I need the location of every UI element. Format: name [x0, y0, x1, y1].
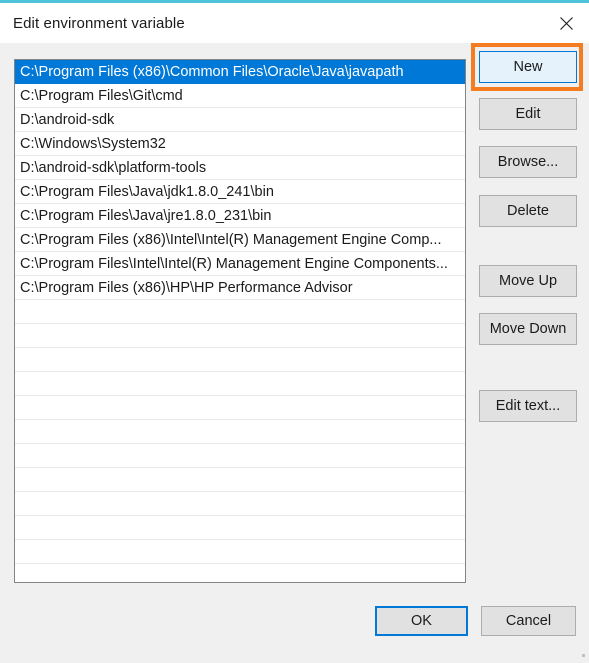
list-item[interactable]: C:\Program Files\Java\jre1.8.0_231\bin: [15, 204, 465, 228]
move-down-button[interactable]: Move Down: [479, 313, 577, 345]
list-item[interactable]: C:\Windows\System32: [15, 132, 465, 156]
list-item-empty[interactable]: [15, 492, 465, 516]
list-item[interactable]: D:\android-sdk: [15, 108, 465, 132]
list-item[interactable]: C:\Program Files (x86)\Common Files\Orac…: [15, 60, 465, 84]
move-up-button[interactable]: Move Up: [479, 265, 577, 297]
edit-text-button[interactable]: Edit text...: [479, 390, 577, 422]
title-bar: Edit environment variable: [0, 3, 589, 43]
list-item-empty[interactable]: [15, 516, 465, 540]
list-item-empty[interactable]: [15, 300, 465, 324]
list-item-empty[interactable]: [15, 396, 465, 420]
close-icon[interactable]: [543, 3, 589, 43]
list-item[interactable]: D:\android-sdk\platform-tools: [15, 156, 465, 180]
ok-button[interactable]: OK: [375, 606, 468, 636]
list-item-empty[interactable]: [15, 420, 465, 444]
list-item[interactable]: C:\Program Files\Git\cmd: [15, 84, 465, 108]
list-item-empty[interactable]: [15, 540, 465, 564]
list-item-empty[interactable]: [15, 468, 465, 492]
edit-button[interactable]: Edit: [479, 98, 577, 130]
cancel-button[interactable]: Cancel: [481, 606, 576, 636]
edit-environment-variable-dialog: Edit environment variable C:\Program Fil…: [0, 0, 589, 658]
list-item[interactable]: C:\Program Files\Intel\Intel(R) Manageme…: [15, 252, 465, 276]
browse-button[interactable]: Browse...: [479, 146, 577, 178]
delete-button[interactable]: Delete: [479, 195, 577, 227]
list-item-empty[interactable]: [15, 444, 465, 468]
new-button[interactable]: New: [479, 51, 577, 83]
list-item[interactable]: C:\Program Files\Java\jdk1.8.0_241\bin: [15, 180, 465, 204]
list-item-empty[interactable]: [15, 348, 465, 372]
dialog-client-area: C:\Program Files (x86)\Common Files\Orac…: [0, 43, 589, 658]
list-item[interactable]: C:\Program Files (x86)\Intel\Intel(R) Ma…: [15, 228, 465, 252]
resize-grip[interactable]: [576, 645, 586, 657]
list-item-empty[interactable]: [15, 324, 465, 348]
list-item[interactable]: C:\Program Files (x86)\HP\HP Performance…: [15, 276, 465, 300]
path-entries-listbox[interactable]: C:\Program Files (x86)\Common Files\Orac…: [14, 59, 466, 583]
list-item-empty[interactable]: [15, 372, 465, 396]
window-title: Edit environment variable: [13, 14, 185, 32]
